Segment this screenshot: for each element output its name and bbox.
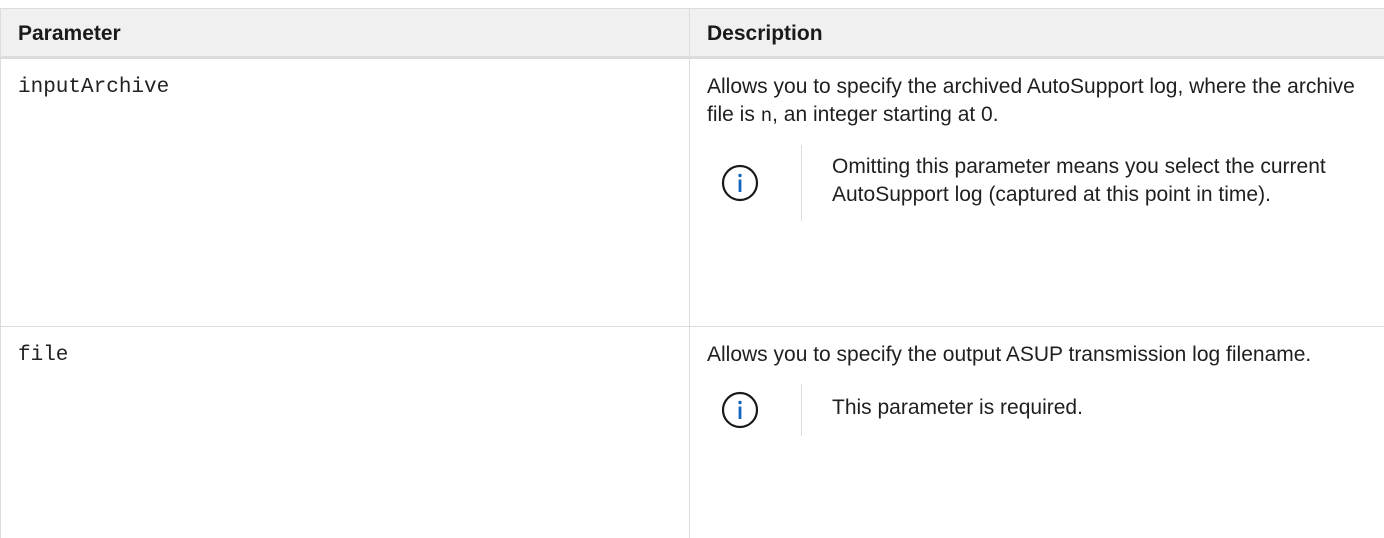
header-parameter-label: Parameter bbox=[18, 22, 121, 45]
header-parameter: Parameter bbox=[0, 8, 690, 59]
parameter-cell: inputArchive bbox=[0, 57, 690, 327]
header-description: Description bbox=[689, 8, 1384, 59]
description-text: Allows you to specify the output ASUP tr… bbox=[707, 343, 1312, 366]
parameter-name: inputArchive bbox=[18, 76, 170, 99]
table-row: file Allows you to specify the output AS… bbox=[0, 326, 1384, 538]
info-icon bbox=[721, 164, 759, 202]
note-text: Omitting this parameter means you select… bbox=[801, 145, 1384, 221]
admonition-note: Omitting this parameter means you select… bbox=[690, 145, 1384, 221]
parameters-table: Parameter Description inputArchive Allow… bbox=[0, 8, 1384, 538]
admonition-note: This parameter is required. bbox=[690, 384, 1384, 436]
info-icon bbox=[721, 391, 759, 429]
description-cell: Allows you to specify the archived AutoS… bbox=[689, 57, 1384, 327]
page: Parameter Description inputArchive Allow… bbox=[0, 0, 1384, 538]
table-header-row: Parameter Description bbox=[0, 8, 1384, 59]
table-row: inputArchive Allows you to specify the a… bbox=[0, 57, 1384, 327]
note-text: This parameter is required. bbox=[801, 384, 1083, 436]
header-description-label: Description bbox=[707, 22, 823, 45]
parameter-cell: file bbox=[0, 326, 690, 538]
inline-code: n bbox=[760, 105, 773, 127]
icon-wrap bbox=[690, 163, 783, 203]
description-cell: Allows you to specify the output ASUP tr… bbox=[689, 326, 1384, 538]
description-text-part: , an integer starting at 0. bbox=[772, 103, 999, 126]
icon-wrap bbox=[690, 390, 783, 430]
parameter-name: file bbox=[18, 344, 69, 367]
description-text: Allows you to specify the archived AutoS… bbox=[690, 59, 1384, 130]
